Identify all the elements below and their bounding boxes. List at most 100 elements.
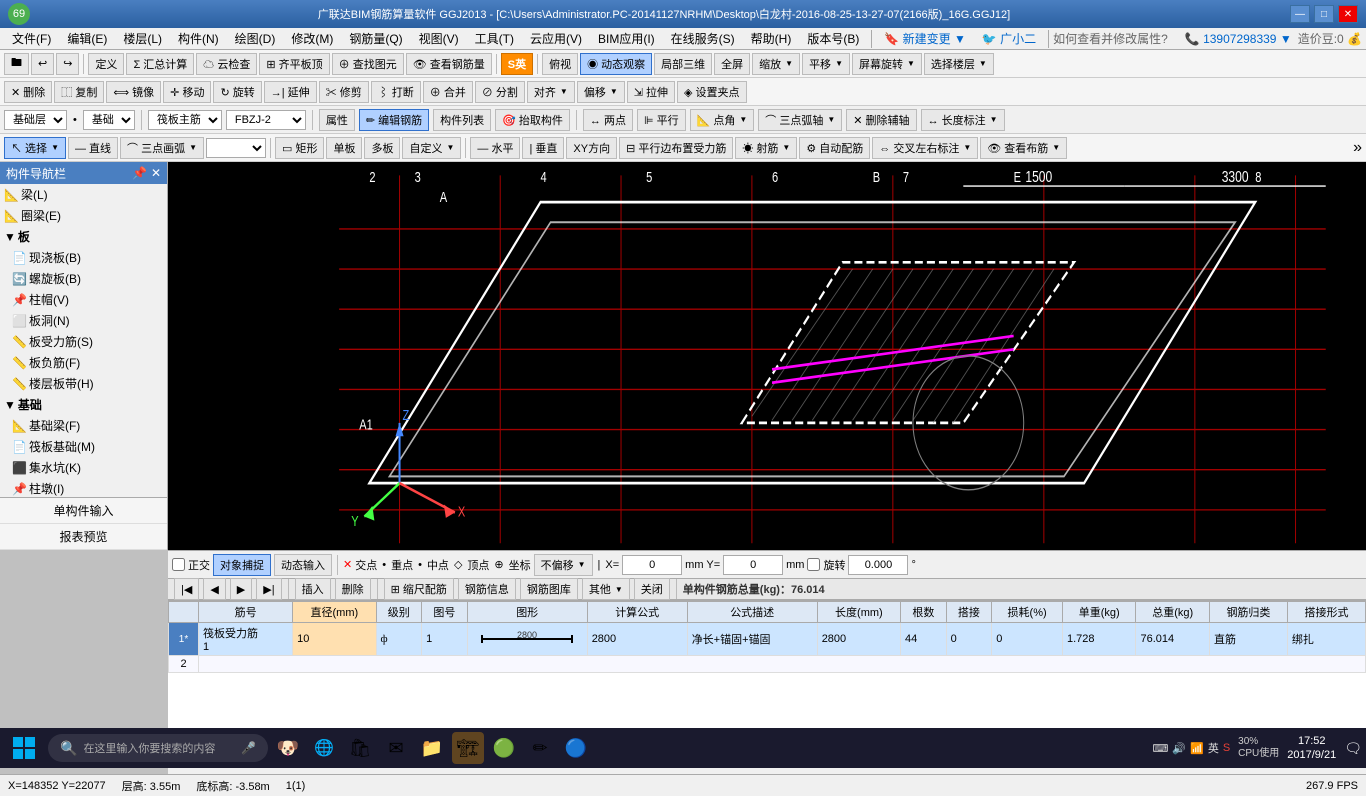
tree-group-foundation[interactable]: ▼ 基础 xyxy=(0,394,167,415)
menu-version[interactable]: 版本号(B) xyxy=(799,28,867,49)
taskbar-app-sougou[interactable]: 🐶 xyxy=(272,732,304,764)
taskbar-app-mail[interactable]: ✉ xyxy=(380,732,412,764)
local-3d-button[interactable]: 局部三维 xyxy=(654,53,712,75)
delete-btn[interactable]: ✕ 删除 xyxy=(4,81,52,103)
menu-component[interactable]: 构件(N) xyxy=(170,28,227,49)
taskbar-app-blue[interactable]: 🔵 xyxy=(560,732,592,764)
taskbar-app-explorer[interactable]: 📁 xyxy=(416,732,448,764)
code-select[interactable]: FBZJ-2 xyxy=(226,110,306,130)
trim-btn[interactable]: ✂ 修剪 xyxy=(319,81,369,103)
english-button[interactable]: S英 xyxy=(501,53,533,75)
nav-prev-btn[interactable]: ◀ xyxy=(203,578,225,600)
single-slab-btn[interactable]: 单板 xyxy=(326,137,362,159)
point-angle-btn[interactable]: 📐 点角 xyxy=(690,109,755,131)
parallel-btn[interactable]: ⊫ 平行 xyxy=(637,109,686,131)
steel-lib-btn[interactable]: 钢筋图库 xyxy=(520,578,578,600)
line-type-select[interactable] xyxy=(206,138,266,158)
tree-item-cast-slab[interactable]: 📄 现浇板(B) xyxy=(8,247,167,268)
tree-item-slab-rebar[interactable]: 📏 板受力筋(S) xyxy=(8,331,167,352)
tree-item-floor-strip[interactable]: 📏 楼层板带(H) xyxy=(8,373,167,394)
fullscreen-button[interactable]: 全屏 xyxy=(714,53,750,75)
floor-select[interactable]: 基础层 xyxy=(4,110,67,130)
x-coord-input[interactable] xyxy=(622,555,682,575)
sublayer-select[interactable]: 基础 xyxy=(83,110,135,130)
orthogonal-check[interactable] xyxy=(172,558,185,571)
summary-calc-button[interactable]: Σ 汇总计算 xyxy=(126,53,194,75)
parallel-rebar-btn[interactable]: ⊟ 平行边布置受力筋 xyxy=(619,137,733,159)
menu-new-change[interactable]: 🔖 新建变更 ▼ xyxy=(876,28,974,49)
screen-rotate-button[interactable]: 屏幕旋转 xyxy=(852,53,922,75)
tree-item-beam[interactable]: 📐 梁(L) xyxy=(0,184,167,205)
break-btn[interactable]: ⌇ 打断 xyxy=(371,81,421,103)
taskbar-search[interactable]: 🔍 在这里输入你要搜索的内容 🎤 xyxy=(48,734,268,762)
two-point-btn[interactable]: ↔ 两点 xyxy=(583,109,633,131)
delete-axis-btn[interactable]: ✕ 删除辅轴 xyxy=(846,109,916,131)
taskbar-app-green[interactable]: 🟢 xyxy=(488,732,520,764)
split-btn[interactable]: ⊘ 分割 xyxy=(475,81,525,103)
taskbar-app-pencil[interactable]: ✏ xyxy=(524,732,556,764)
pan-button[interactable]: 平移 xyxy=(802,53,850,75)
stretch-btn[interactable]: ⇲ 拉伸 xyxy=(627,81,675,103)
nav-last-btn[interactable]: ▶| xyxy=(256,578,281,600)
tree-item-found-beam[interactable]: 📐 基础梁(F) xyxy=(8,415,167,436)
auto-rebar-btn[interactable]: ⚙ 自动配筋 xyxy=(799,137,870,159)
tree-item-ring-beam[interactable]: 📐 圈梁(E) xyxy=(0,205,167,226)
define-button[interactable]: 定义 xyxy=(88,53,124,75)
angle-input[interactable] xyxy=(848,555,908,575)
menu-online[interactable]: 在线服务(S) xyxy=(663,28,743,49)
mirror-btn[interactable]: ⟺ 镜像 xyxy=(106,81,161,103)
cell-diameter[interactable]: 10 xyxy=(293,623,376,656)
y-coord-input[interactable] xyxy=(723,555,783,575)
tree-item-slab-neg-rebar[interactable]: 📏 板负筋(F) xyxy=(8,352,167,373)
edit-steel-btn[interactable]: ✏ 编辑钢筋 xyxy=(359,109,429,131)
three-point-axis-btn[interactable]: ⌒ 三点弧轴 xyxy=(758,109,842,131)
tree-item-spiral-slab[interactable]: 🔄 螺旋板(B) xyxy=(8,268,167,289)
menu-tools[interactable]: 工具(T) xyxy=(467,28,522,49)
line-btn[interactable]: — 直线 xyxy=(68,137,118,159)
nav-pin-icon[interactable]: 📌 xyxy=(132,166,147,180)
align-btn[interactable]: 对齐 xyxy=(527,81,575,103)
menu-view[interactable]: 视图(V) xyxy=(411,28,467,49)
tray-network-icon[interactable]: 📶 xyxy=(1190,742,1204,755)
cad-canvas[interactable]: 1500 3300 2 3 A1 A 4 5 6 B 7 E 8 xyxy=(168,162,1366,550)
rect-btn[interactable]: ▭ 矩形 xyxy=(275,137,324,159)
length-mark-btn[interactable]: ↔ 长度标注 xyxy=(921,109,1005,131)
tree-item-slab-hole[interactable]: ⬜ 板洞(N) xyxy=(8,310,167,331)
nav-first-btn[interactable]: |◀ xyxy=(174,578,199,600)
close-button[interactable]: ✕ xyxy=(1338,5,1358,23)
menu-steel-qty[interactable]: 钢筋量(Q) xyxy=(341,28,410,49)
xy-dir-btn[interactable]: XY方向 xyxy=(566,137,617,159)
nav-close-icon[interactable]: ✕ xyxy=(151,166,161,180)
move-btn[interactable]: ✛ 移动 xyxy=(163,81,211,103)
no-move-btn[interactable]: 不偏移 xyxy=(534,554,593,576)
arc-btn[interactable]: ⌒ 三点画弧 xyxy=(120,137,204,159)
custom-btn[interactable]: 自定义 xyxy=(402,137,461,159)
notification-btn[interactable]: 🗨 xyxy=(1344,740,1362,757)
single-component-input-btn[interactable]: 单构件输入 xyxy=(0,498,167,524)
taskbar-app-store[interactable]: 🛍 xyxy=(344,732,376,764)
tray-ime-label[interactable]: 英 xyxy=(1208,740,1219,756)
merge-btn[interactable]: ⊕ 合并 xyxy=(423,81,473,103)
rotate-check[interactable] xyxy=(807,558,820,571)
multi-slab-btn[interactable]: 多板 xyxy=(364,137,400,159)
tray-volume-icon[interactable]: 🔊 xyxy=(1172,742,1186,755)
nav-next-btn[interactable]: ▶ xyxy=(230,578,252,600)
restore-button[interactable]: □ xyxy=(1314,5,1334,23)
scale-rebar-btn[interactable]: ⊞ 缩尺配筋 xyxy=(384,578,454,600)
delete-row-btn[interactable]: 删除 xyxy=(335,578,371,600)
view-steel-button[interactable]: 👁 查看钢筋量 xyxy=(406,53,492,75)
tree-group-slab[interactable]: ▼ 板 xyxy=(0,226,167,247)
find-elem-button[interactable]: ⊕ 查找图元 xyxy=(332,53,404,75)
rotate-btn[interactable]: ↻ 旋转 xyxy=(213,81,261,103)
windows-logo[interactable] xyxy=(4,728,44,768)
top-view-button[interactable]: 俯视 xyxy=(542,53,578,75)
extend-btn[interactable]: →| 延伸 xyxy=(264,81,317,103)
menu-file[interactable]: 文件(F) xyxy=(4,28,59,49)
select-tool-btn[interactable]: ↖ 选择 xyxy=(4,137,66,159)
property-btn[interactable]: 属性 xyxy=(319,109,355,131)
menu-bim[interactable]: BIM应用(I) xyxy=(590,28,663,49)
component-list-btn[interactable]: 构件列表 xyxy=(433,109,491,131)
tree-item-col-cap[interactable]: 📌 柱帽(V) xyxy=(8,289,167,310)
view-rebar-btn[interactable]: 👁 查看布筋 xyxy=(980,137,1067,159)
reinforcement-type-select[interactable]: 筏板主筋 xyxy=(148,110,222,130)
